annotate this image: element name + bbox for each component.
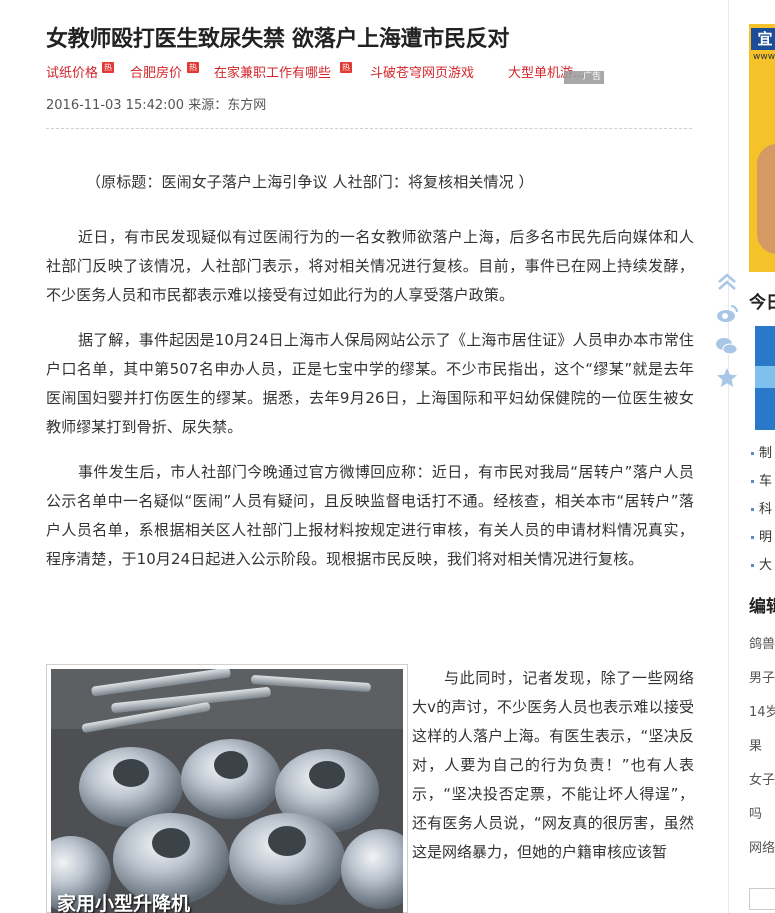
today-list: 制 车 科 明 大 xyxy=(749,440,772,580)
hot-link-2[interactable]: 合肥房价 xyxy=(130,64,182,84)
star-icon[interactable] xyxy=(715,366,739,390)
list-item[interactable]: 科 xyxy=(749,496,772,524)
sidebar-ad-url: www. xyxy=(753,52,775,62)
sidebar-ad-photo xyxy=(757,144,775,254)
ad-tag: 广告 xyxy=(564,71,604,84)
sidebar-ad-badge: 宜 xyxy=(751,28,775,50)
list-item[interactable]: 女子 xyxy=(749,764,775,798)
source-label: 来源： xyxy=(188,98,228,113)
wechat-icon[interactable] xyxy=(715,334,739,358)
today-section-heading: 今日 xyxy=(749,293,775,313)
up-arrow-icon[interactable] xyxy=(715,270,739,294)
ad-image[interactable]: 家用小型升降机 xyxy=(51,669,403,913)
hot-links-bar: 试纸价格 热 合肥房价 热 在家兼职工作有哪些 热 斗破苍穹网页游戏 大型单机游… xyxy=(46,62,666,84)
paragraph-original-title: （原标题：医闹女子落户上海引争议 人社部门：将复核相关情况 ） xyxy=(86,173,534,191)
list-item[interactable]: 制 xyxy=(749,440,772,468)
paragraph-beside-image: 与此同时，记者发现，除了一些网络大v的声讨，不少医务人员也表示难以接受这样的人落… xyxy=(412,669,694,861)
divider xyxy=(46,128,692,129)
list-item[interactable]: 14岁 xyxy=(749,696,775,730)
image-caption: 家用小型升降机 xyxy=(57,893,191,913)
article-meta: 2016-11-03 15:42:00 来源：东方网 xyxy=(46,96,266,116)
list-item[interactable]: 鸽兽 xyxy=(749,628,775,662)
paragraph: 据了解，事件起因是10月24日上海市人保局网站公示了《上海市居住证》人员申办本市… xyxy=(46,331,694,436)
hot-link-4[interactable]: 斗破苍穹网页游戏 xyxy=(370,64,474,84)
list-item[interactable]: 车 xyxy=(749,468,772,496)
list-item[interactable]: 男子 xyxy=(749,662,775,696)
list-item[interactable]: 果 xyxy=(749,730,775,764)
editor-section-heading: 编辑 xyxy=(749,597,775,617)
source-name: 东方网 xyxy=(227,98,267,113)
editor-list: 鸽兽 男子 14岁 果 女子 吗 网络 xyxy=(749,628,775,866)
paragraph: 事件发生后，市人社部门今晚通过官方微博回应称：近日，有市民对我局“居转户”落户人… xyxy=(46,463,694,568)
publish-date: 2016-11-03 15:42:00 xyxy=(46,98,185,113)
paragraph: 近日，有市民发现疑似有过医闹行为的一名女教师欲落户上海，后多名市民先后向媒体和人… xyxy=(46,228,694,304)
weibo-icon[interactable] xyxy=(715,302,739,326)
list-item[interactable]: 明 xyxy=(749,524,772,552)
list-item[interactable]: 网络 xyxy=(749,832,775,866)
article-title: 女教师殴打医生致尿失禁 欲落户上海遭市民反对 xyxy=(46,27,510,52)
ad-image-box[interactable]: 家用小型升降机 xyxy=(46,664,408,913)
share-toolbar xyxy=(715,270,741,398)
right-sidebar: 宜 www. 广告 今日 制 车 科 明 大 编辑 鸽兽 男子 14岁 果 女子… xyxy=(716,0,775,913)
machine-parts-image xyxy=(51,669,403,913)
hot-badge-1: 热 xyxy=(102,62,114,73)
article-body: （原标题：医闹女子落户上海引争议 人社部门：将复核相关情况 ） 近日，有市民发现… xyxy=(46,168,694,590)
hot-badge-3: 热 xyxy=(340,62,352,73)
sidebar-ad[interactable]: 宜 www. 广告 xyxy=(749,24,775,272)
list-item[interactable]: 大 xyxy=(749,552,772,580)
list-item[interactable]: 吗 xyxy=(749,798,775,832)
hot-link-1[interactable]: 试纸价格 xyxy=(46,64,98,84)
hot-link-3[interactable]: 在家兼职工作有哪些 xyxy=(214,64,331,84)
today-thumbnail[interactable] xyxy=(755,326,775,430)
sidebar-bottom-box xyxy=(749,888,775,910)
hot-badge-2: 热 xyxy=(187,62,199,73)
